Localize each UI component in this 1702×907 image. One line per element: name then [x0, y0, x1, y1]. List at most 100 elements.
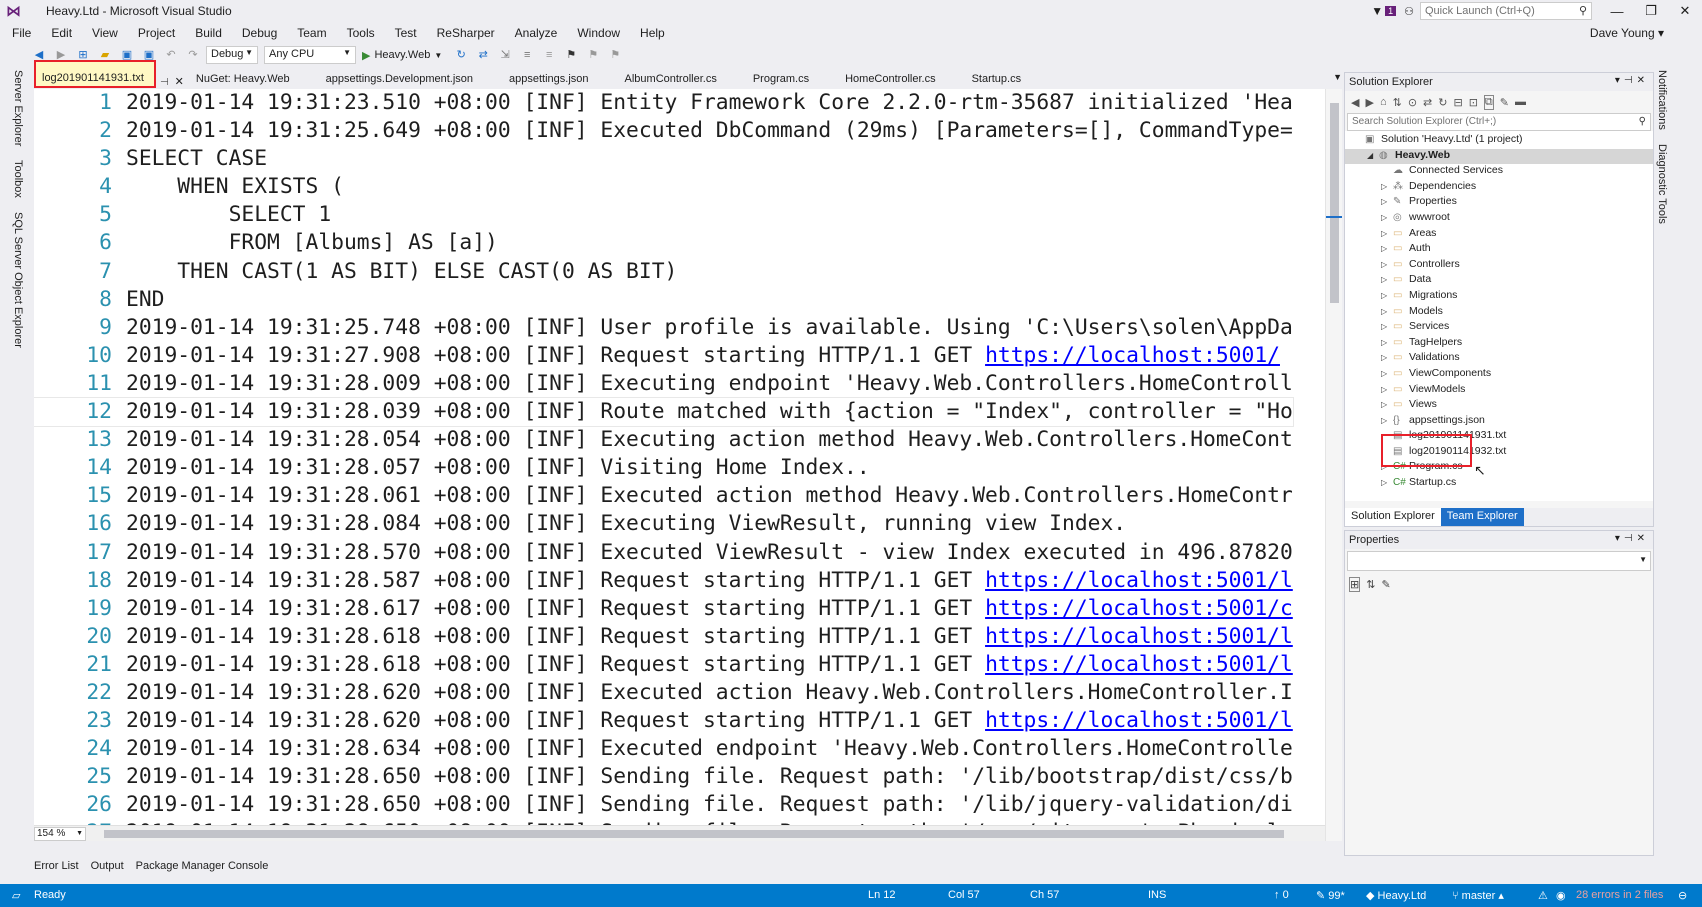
browser-link-icon[interactable]: ⇄	[474, 47, 492, 63]
menu-debug[interactable]: Debug	[242, 26, 277, 40]
code-line[interactable]: 8 END	[34, 286, 1293, 314]
tab-startup[interactable]: Startup.cs	[966, 71, 1032, 88]
url-link[interactable]: https://localhost:5001/l	[985, 708, 1293, 733]
output-window-icon[interactable]: ▱	[12, 889, 20, 902]
code-line[interactable]: 4 WHEN EXISTS (	[34, 173, 1293, 201]
menu-build[interactable]: Build	[195, 26, 222, 40]
tree-node[interactable]: ▷ ▭ Auth	[1345, 242, 1653, 258]
horizontal-scrollbar[interactable]: 154 % ▼	[34, 825, 1325, 841]
close-tab-icon[interactable]: ✕	[173, 75, 190, 88]
start-debugging-button[interactable]: ▶ Heavy.Web ▼	[362, 49, 442, 62]
tree-node[interactable]: ▷ ▭ Services	[1345, 320, 1653, 336]
menu-tools[interactable]: Tools	[347, 26, 375, 40]
close-panel-icon[interactable]: ✕	[1637, 533, 1649, 544]
switch-views-icon[interactable]: ⇅	[1393, 96, 1402, 109]
expand-arrow-icon[interactable]: ▷	[1381, 416, 1393, 425]
solution-search-input[interactable]: Search Solution Explorer (Ctrl+;) ⚲	[1347, 113, 1651, 131]
code-line[interactable]: 20 2019-01-14 19:31:28.618 +08:00 [INF] R…	[34, 623, 1292, 651]
tree-node[interactable]: ▷ ▭ ViewComponents	[1345, 367, 1653, 383]
code-line[interactable]: 7 THEN CAST(1 AS BIT) ELSE CAST(0 AS BIT…	[34, 258, 1293, 286]
code-line[interactable]: 26 2019-01-14 19:31:28.650 +08:00 [INF] S…	[34, 791, 1292, 819]
pin-icon[interactable]: ⊣	[156, 77, 173, 88]
tree-node[interactable]: ▷ ▭ ViewModels	[1345, 383, 1653, 399]
expand-arrow-icon[interactable]: ▷	[1381, 260, 1393, 269]
code-line[interactable]: 14 2019-01-14 19:31:28.057 +08:00 [INF] V…	[34, 454, 1293, 482]
categorized-icon[interactable]: ⊞	[1349, 576, 1361, 592]
expand-arrow-icon[interactable]: ▷	[1381, 244, 1393, 253]
code-line[interactable]: 15 2019-01-14 19:31:28.061 +08:00 [INF] E…	[34, 482, 1292, 510]
sql-server-object-explorer-tab[interactable]: SQL Server Object Explorer	[12, 212, 24, 348]
expand-arrow-icon[interactable]: ▷	[1381, 197, 1393, 206]
tree-node[interactable]: ▷ ▭ Controllers	[1345, 258, 1653, 274]
minus-icon[interactable]: ▬	[1515, 96, 1526, 108]
diagnostic-tools-tab[interactable]: Diagnostic Tools	[1656, 144, 1668, 224]
expand-arrow-icon[interactable]: ▷	[1381, 338, 1393, 347]
collapse-all-icon[interactable]: ⊟	[1453, 96, 1462, 109]
pending-changes-filter-icon[interactable]: ⊙	[1408, 96, 1417, 109]
error-count[interactable]: 28 errors in 2 files	[1576, 889, 1663, 901]
redo-icon[interactable]: ↷	[184, 47, 202, 63]
repository-name[interactable]: ◆ Heavy.Ltd	[1366, 889, 1426, 902]
code-line[interactable]: 13 2019-01-14 19:31:28.054 +08:00 [INF] E…	[34, 426, 1292, 454]
resharper-ok-icon[interactable]: ◉	[1556, 889, 1566, 902]
menu-analyze[interactable]: Analyze	[515, 26, 558, 40]
tab-package-manager-console[interactable]: Package Manager Console	[136, 860, 269, 878]
code-line[interactable]: 12 2019-01-14 19:31:28.039 +08:00 [INF] R…	[34, 397, 1294, 428]
menu-edit[interactable]: Edit	[51, 26, 72, 40]
code-line[interactable]: 16 2019-01-14 19:31:28.084 +08:00 [INF] E…	[34, 510, 1293, 538]
quick-launch-input[interactable]: Quick Launch (Ctrl+Q) ⚲	[1420, 2, 1592, 20]
tree-node[interactable]: ▣ Solution 'Heavy.Ltd' (1 project)	[1345, 133, 1653, 149]
expand-arrow-icon[interactable]: ▷	[1381, 322, 1393, 331]
menu-file[interactable]: File	[12, 26, 31, 40]
code-line[interactable]: 3 SELECT CASE	[34, 145, 1293, 173]
window-position-icon[interactable]: ▾	[1615, 75, 1624, 86]
menu-window[interactable]: Window	[577, 26, 620, 40]
toolbox-tab[interactable]: Toolbox	[12, 160, 24, 198]
code-line[interactable]: 18 2019-01-14 19:31:28.587 +08:00 [INF] R…	[34, 567, 1293, 595]
tree-node[interactable]: ☁ Connected Services	[1345, 164, 1653, 180]
alphabetical-icon[interactable]: ⇅	[1366, 578, 1375, 591]
tree-node[interactable]: ▷ ⁂ Dependencies	[1345, 180, 1653, 196]
expand-arrow-icon[interactable]: ▷	[1381, 353, 1393, 362]
solution-platform-select[interactable]: Any CPU ▼	[264, 46, 356, 64]
menu-test[interactable]: Test	[395, 26, 417, 40]
tree-node[interactable]: ▷ ◎ wwwroot	[1345, 211, 1653, 227]
forward-icon[interactable]: ▶	[1365, 96, 1373, 109]
code-line[interactable]: 22 2019-01-14 19:31:28.620 +08:00 [INF] E…	[34, 679, 1292, 707]
tree-node[interactable]: ▷ ▭ Validations	[1345, 351, 1653, 367]
expand-arrow-icon[interactable]: ▷	[1381, 369, 1393, 378]
filter-icon[interactable]: ▼	[1371, 4, 1383, 18]
solution-configuration-select[interactable]: Debug ▼	[206, 46, 258, 64]
tab-overflow-icon[interactable]: ▼	[1333, 72, 1342, 82]
code-line[interactable]: 25 2019-01-14 19:31:28.650 +08:00 [INF] S…	[34, 763, 1292, 791]
bookmark-icon[interactable]: ⚑	[562, 47, 580, 63]
refresh-icon[interactable]: ↻	[1438, 96, 1447, 109]
menu-resharper[interactable]: ReSharper	[437, 26, 495, 40]
menu-view[interactable]: View	[92, 26, 118, 40]
tree-node[interactable]: ▷ ▭ Areas	[1345, 227, 1653, 243]
tab-nuget[interactable]: NuGet: Heavy.Web	[190, 71, 300, 88]
tab-program[interactable]: Program.cs	[747, 71, 819, 88]
object-select[interactable]: ▼	[1347, 551, 1651, 571]
resharper-status-icon[interactable]: ⚠	[1538, 889, 1548, 902]
refresh-icon[interactable]: ↻	[452, 47, 470, 63]
vertical-scrollbar[interactable]	[1325, 89, 1342, 841]
comment-icon[interactable]: ≡	[518, 47, 536, 63]
user-account[interactable]: Dave Young ▾	[1590, 26, 1664, 40]
expand-arrow-icon[interactable]: ▷	[1381, 213, 1393, 222]
undo-icon[interactable]: ↶	[162, 47, 180, 63]
close-panel-icon[interactable]: ✕	[1637, 75, 1649, 86]
editor-code-area[interactable]: 1 2019-01-14 19:31:23.510 +08:00 [INF] En…	[34, 89, 1294, 841]
tab-log201901141931[interactable]: log201901141931.txt	[34, 60, 156, 88]
tab-output[interactable]: Output	[91, 860, 124, 878]
code-line[interactable]: 6 FROM [Albums] AS [a])	[34, 229, 1293, 257]
tree-node[interactable]: ▷ ▭ Migrations	[1345, 289, 1653, 305]
maximize-button[interactable]: ❐	[1634, 3, 1668, 19]
scrollbar-thumb[interactable]	[104, 830, 1284, 838]
server-explorer-tab[interactable]: Server Explorer	[12, 70, 24, 146]
code-line[interactable]: 19 2019-01-14 19:31:28.617 +08:00 [INF] R…	[34, 595, 1292, 623]
url-link[interactable]: https://localhost:5001/l	[985, 568, 1293, 593]
tree-node[interactable]: ▷ ▭ Data	[1345, 273, 1653, 289]
url-link[interactable]: https://localhost:5001/	[985, 343, 1280, 368]
expand-arrow-icon[interactable]: ▷	[1381, 385, 1393, 394]
